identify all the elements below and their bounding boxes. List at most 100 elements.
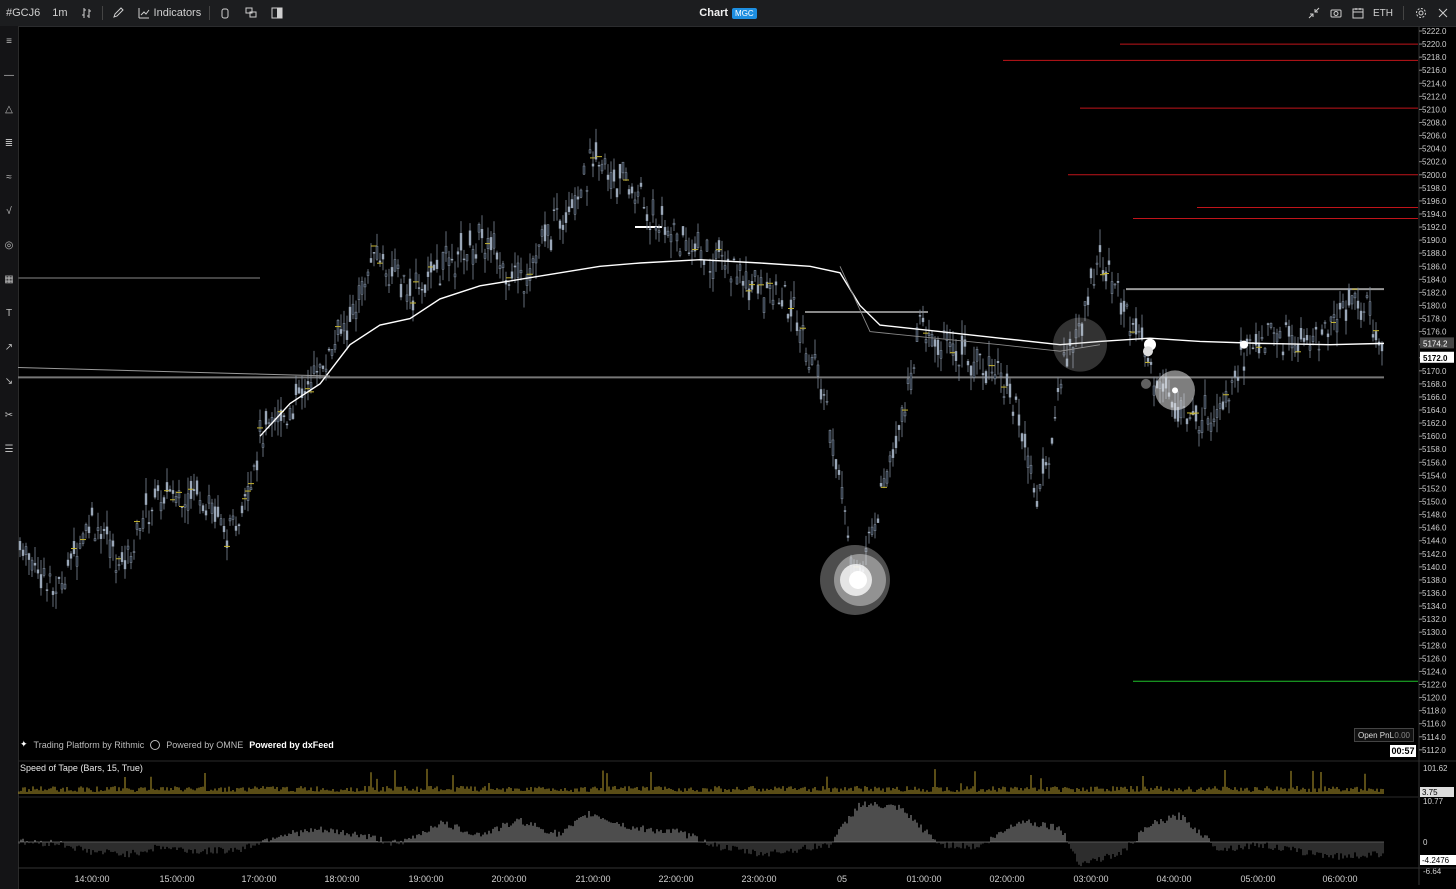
candle-body [990, 371, 994, 374]
candle-body [780, 300, 784, 307]
price-tick-label: 5208.0 [1422, 118, 1447, 127]
time-axis[interactable]: 14:00:00 15:00:00 17:00:00 18:00:00 19:00:00… [18, 867, 1456, 884]
candle-body [636, 191, 640, 197]
candle-body [603, 158, 607, 165]
candle-body [153, 488, 157, 498]
candle-body [1137, 330, 1141, 333]
candle-body [435, 259, 439, 269]
indicator-title[interactable]: Speed of Tape (Bars, 15, True) [20, 763, 143, 773]
candle-body [402, 274, 406, 277]
candle-body [162, 497, 166, 504]
candle-body [1113, 283, 1117, 286]
candle-body [1353, 292, 1357, 299]
candle-body [1257, 342, 1261, 354]
candle-body [1203, 395, 1207, 409]
candle-body [381, 253, 385, 260]
candle-body [333, 344, 337, 350]
time-tick-label: 04:00:00 [1156, 874, 1191, 884]
price-tick-label: 5114.0 [1422, 733, 1446, 742]
candle-body [753, 270, 757, 277]
price-tick-label: 5168.0 [1422, 380, 1447, 389]
candle-body [93, 538, 97, 542]
candle-body [1230, 380, 1234, 383]
open-pnl-box[interactable]: Open PnL 0.00 [1354, 728, 1414, 742]
candle-body [516, 262, 520, 279]
candle-body [204, 510, 208, 516]
indicator-axis-label: 10.77 [1423, 797, 1444, 806]
candle-body [234, 525, 238, 531]
candle-body [654, 226, 658, 231]
candle-body [711, 261, 715, 280]
candle-body [1050, 437, 1054, 444]
candle-body [696, 232, 700, 248]
indicator-axis-label: 3.75 [1422, 788, 1438, 797]
candle-body [159, 502, 163, 512]
candle-body [189, 480, 193, 499]
candle-body [1287, 326, 1291, 337]
candle-body [705, 239, 709, 252]
current-price-value: 5172.0 [1423, 354, 1448, 363]
candle-body [48, 573, 52, 577]
candle-body [762, 297, 766, 313]
candle-body [1218, 403, 1222, 409]
candle-body [606, 174, 610, 180]
chart-canvas[interactable]: 101.623.7510.770-4.2476-6.64 5222.05220.… [0, 0, 1456, 889]
candle-body [228, 518, 232, 522]
candle-body [921, 317, 925, 323]
candle-body [90, 507, 94, 516]
candle-body [948, 342, 952, 347]
candle-body [198, 500, 202, 506]
candle-body [867, 531, 871, 534]
price-tick-label: 5192.0 [1422, 223, 1447, 232]
candle-body [405, 294, 409, 302]
candle-body [474, 254, 478, 259]
price-levels [18, 43, 1418, 682]
candle-body [285, 423, 289, 426]
candle-body [561, 224, 565, 230]
candle-body [894, 435, 898, 449]
candle-body [291, 413, 295, 419]
candle-body [411, 300, 415, 311]
candle-body [87, 526, 91, 534]
candle-body [30, 559, 34, 571]
price-tick-label: 5144.0 [1422, 537, 1447, 546]
candle-body [465, 254, 469, 262]
candle-body [690, 250, 694, 253]
price-tick-label: 5134.0 [1422, 602, 1447, 611]
candle-body [156, 485, 160, 492]
open-pnl-value: 0.00 [1394, 730, 1410, 740]
candle-body [24, 546, 28, 556]
price-tick-label: 5126.0 [1422, 654, 1447, 663]
candle-body [768, 284, 772, 289]
price-axis[interactable]: 5222.0 5220.0 5218.0 5216.0 5214.0 5212.0 5210… [1418, 27, 1454, 885]
time-tick-label: 03:00:00 [1073, 874, 1108, 884]
candle-body [1200, 419, 1204, 433]
candle-body [336, 319, 340, 335]
candle-body [714, 250, 718, 259]
candle-body [447, 257, 451, 266]
price-tick-label: 5124.0 [1422, 667, 1447, 676]
candle-body [564, 212, 568, 223]
candle-body [552, 209, 556, 211]
candle-body [558, 220, 562, 229]
time-tick-label: 06:00:00 [1322, 874, 1357, 884]
candle-body [1224, 391, 1228, 403]
price-tick-label: 5202.0 [1422, 158, 1447, 167]
candle-body [150, 509, 154, 512]
candle-body [831, 439, 835, 456]
price-tick-label: 5184.0 [1422, 275, 1447, 284]
candle-body [570, 199, 574, 209]
candle-body [537, 244, 541, 247]
candle-body [759, 277, 763, 286]
candle-body [243, 494, 247, 497]
candle-body [588, 149, 592, 154]
price-tick-label: 5188.0 [1422, 249, 1447, 258]
candle-body [141, 518, 145, 529]
price-tick-label: 5162.0 [1422, 419, 1447, 428]
candle-body [576, 196, 580, 200]
candle-body [888, 455, 892, 463]
candle-body [138, 528, 142, 531]
candle-body [1236, 377, 1240, 381]
candle-body [843, 510, 847, 512]
candle-body [981, 373, 985, 376]
